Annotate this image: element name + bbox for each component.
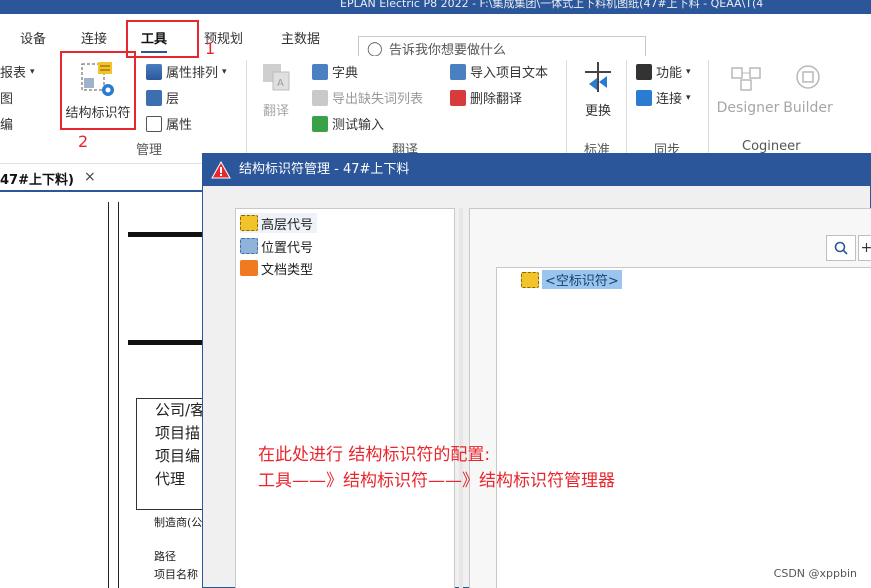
title-block-small: 路径 bbox=[154, 550, 176, 563]
dictionary-button[interactable]: 字典 bbox=[312, 62, 358, 81]
identifier-list[interactable]: <空标识符> bbox=[496, 267, 871, 588]
higher-level-icon bbox=[240, 215, 258, 231]
document-type-icon bbox=[240, 260, 258, 276]
group-separator bbox=[566, 60, 567, 156]
import-project-text-button[interactable]: 导入项目文本 bbox=[450, 62, 548, 81]
marker-two: 2 bbox=[78, 132, 89, 151]
group-separator bbox=[708, 60, 709, 156]
title-block-small: 项目名称 bbox=[154, 568, 198, 581]
title-block-small: 制造商(公 bbox=[154, 516, 203, 529]
tree-item-higher-level[interactable]: 高层代号 bbox=[240, 213, 318, 233]
search-icon bbox=[834, 241, 848, 255]
test-input-icon bbox=[312, 115, 328, 132]
group-label-cogineer: Cogineer bbox=[742, 139, 801, 154]
function-icon bbox=[636, 63, 652, 80]
layer-icon bbox=[146, 89, 162, 106]
property-button[interactable]: 属性 bbox=[146, 114, 192, 133]
designer-icon bbox=[731, 67, 761, 91]
highlight-structure-button bbox=[60, 51, 136, 130]
eplan-warning-icon bbox=[211, 161, 231, 179]
border-bar bbox=[128, 340, 206, 345]
builder-button[interactable]: Builder bbox=[782, 60, 834, 116]
plus-icon: + bbox=[860, 240, 871, 256]
tree-item-location[interactable]: 位置代号 bbox=[240, 236, 313, 256]
dictionary-icon bbox=[312, 63, 328, 80]
annotation-line-2: 工具——》结构标识符——》结构标识符管理器 bbox=[258, 471, 615, 491]
export-icon bbox=[312, 89, 328, 106]
add-button[interactable]: + bbox=[858, 235, 871, 261]
translate-icon: A bbox=[263, 64, 290, 91]
designer-button[interactable]: Designer bbox=[716, 60, 780, 116]
frame-line bbox=[118, 202, 119, 588]
ribbon-item-cut-3[interactable]: 编 bbox=[0, 114, 13, 133]
title-block: 公司/客 项目描 项目编 代理 bbox=[136, 398, 206, 510]
dialog-title: 结构标识符管理 - 47#上下料 bbox=[239, 162, 410, 177]
replace-icon bbox=[585, 62, 611, 92]
close-tab-icon[interactable]: × bbox=[84, 169, 96, 185]
svg-text:A: A bbox=[277, 78, 284, 89]
property-arrange-icon bbox=[146, 63, 162, 80]
highlight-tools-tab bbox=[126, 20, 199, 58]
document-tab[interactable]: 47#上下料) bbox=[0, 169, 74, 188]
location-icon bbox=[240, 238, 258, 254]
empty-identifier-node[interactable]: <空标识符> bbox=[521, 270, 622, 289]
group-label-manage: 管理 bbox=[136, 143, 163, 158]
builder-icon bbox=[796, 65, 820, 89]
structure-identifier-manager-dialog[interactable]: 结构标识符管理 - 47#上下料 高层代号 位置代号 文档类型 + <空标识符> bbox=[202, 153, 871, 588]
group-separator bbox=[246, 60, 247, 156]
annotation-line-1: 在此处进行 结构标识符的配置: bbox=[258, 445, 491, 465]
window-title-bar: EPLAN Electric P8 2022 - F:\集成集团\一体式上下料机… bbox=[0, 0, 871, 14]
identifier-icon bbox=[521, 271, 539, 288]
property-icon bbox=[146, 115, 162, 132]
function-button[interactable]: 功能 ▾ bbox=[636, 62, 691, 81]
layer-button[interactable]: 层 bbox=[146, 88, 179, 107]
dialog-title-bar[interactable]: 结构标识符管理 - 47#上下料 bbox=[203, 154, 870, 186]
frame-line bbox=[108, 202, 109, 588]
ribbon-item-cut-2[interactable]: 图 bbox=[0, 88, 13, 107]
delete-translation-button[interactable]: 删除翻译 bbox=[450, 88, 522, 107]
connection-sync-button[interactable]: 连接 ▾ bbox=[636, 88, 691, 107]
test-input-button[interactable]: 测试输入 bbox=[312, 114, 384, 133]
property-arrangement-button[interactable]: 属性排列 ▾ bbox=[146, 62, 227, 81]
tab-master-data[interactable]: 主数据 bbox=[281, 28, 320, 47]
schematic-page[interactable]: 公司/客 项目描 项目编 代理 制造商(公 路径 项目名称 bbox=[0, 194, 206, 588]
tab-device[interactable]: 设备 bbox=[20, 28, 46, 47]
delete-translation-icon bbox=[450, 89, 466, 106]
import-text-icon bbox=[450, 63, 466, 80]
border-bar bbox=[128, 232, 206, 237]
watermark: CSDN @xppbin bbox=[773, 567, 857, 580]
tree-item-document-type[interactable]: 文档类型 bbox=[240, 258, 313, 278]
export-missing-words-button[interactable]: 导出缺失词列表 bbox=[312, 88, 423, 107]
marker-one: 1 bbox=[205, 39, 216, 58]
tab-connection[interactable]: 连接 bbox=[81, 28, 107, 47]
pane-splitter[interactable] bbox=[459, 208, 463, 588]
document-tab-bar: 47#上下料) × bbox=[0, 164, 210, 192]
replace-button[interactable]: 更换 bbox=[576, 60, 620, 119]
translate-button[interactable]: A 翻译 bbox=[254, 60, 298, 119]
identifier-detail-pane: + <空标识符> bbox=[469, 208, 871, 588]
ribbon-item-report[interactable]: 报表 ▾ bbox=[0, 62, 35, 81]
lightbulb-icon: ◯ bbox=[367, 41, 383, 57]
window-title: EPLAN Electric P8 2022 - F:\集成集团\一体式上下料机… bbox=[340, 0, 764, 10]
connection-icon bbox=[636, 89, 652, 106]
search-button[interactable] bbox=[826, 235, 856, 261]
identifier-tree[interactable]: 高层代号 位置代号 文档类型 bbox=[235, 208, 455, 588]
group-separator bbox=[626, 60, 627, 156]
